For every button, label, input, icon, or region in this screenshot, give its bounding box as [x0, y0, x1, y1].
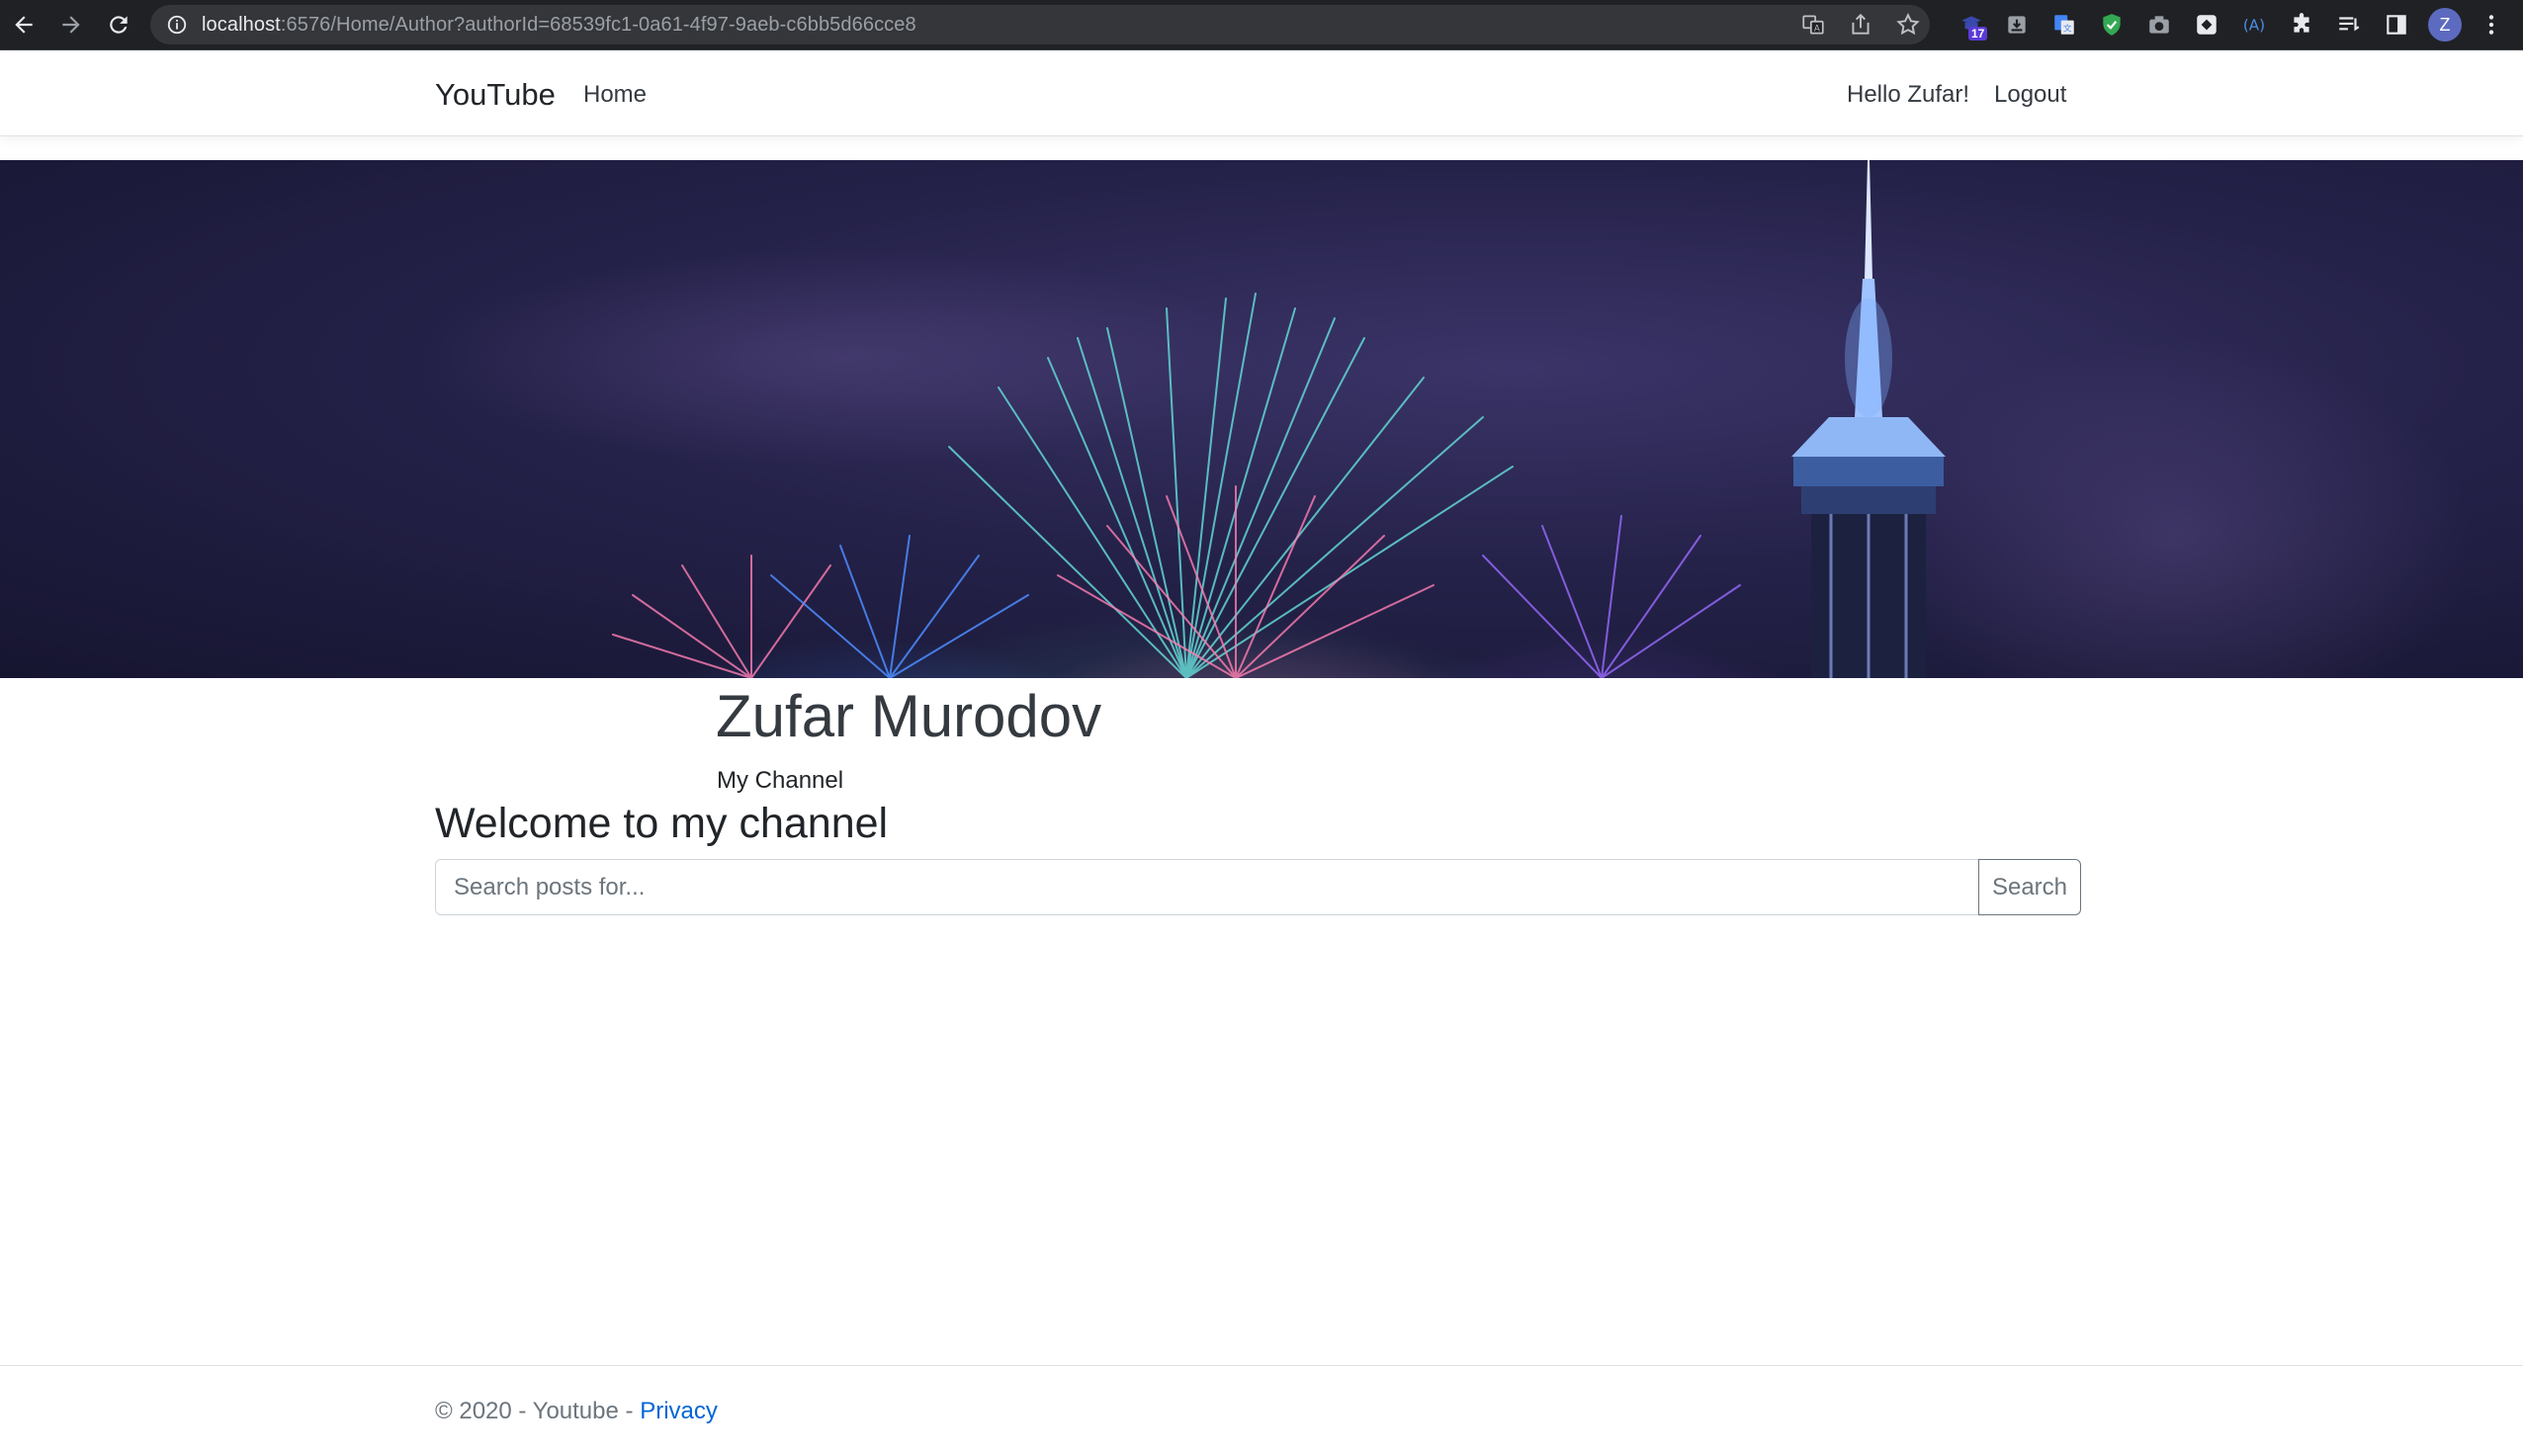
forward-icon[interactable] — [55, 9, 87, 41]
puzzle-icon[interactable] — [2288, 11, 2315, 39]
welcome-heading: Welcome to my channel — [435, 800, 889, 847]
brand-link[interactable]: YouTube — [435, 77, 556, 113]
svg-text:A: A — [1814, 25, 1820, 35]
nav-home-link[interactable]: Home — [583, 80, 647, 110]
search-button[interactable]: Search — [1978, 859, 2081, 915]
share-icon[interactable] — [1847, 11, 1874, 39]
svg-text:文: 文 — [2063, 23, 2072, 35]
ext-square-icon[interactable] — [2193, 11, 2220, 39]
shield-icon[interactable] — [2098, 11, 2126, 39]
channel-banner-image — [0, 160, 2523, 678]
reading-list-icon[interactable] — [2335, 11, 2363, 39]
ext-a-icon[interactable]: (A) — [2240, 11, 2268, 39]
tower-silhouette — [1791, 160, 1946, 678]
info-icon[interactable] — [166, 14, 188, 36]
menu-kebab-icon[interactable] — [2478, 11, 2505, 39]
user-greeting-link[interactable]: Hello Zufar! — [1847, 80, 1969, 110]
svg-text:(A): (A) — [2243, 16, 2265, 34]
bookmark-star-icon[interactable] — [1894, 11, 1922, 39]
address-bar[interactable]: localhost:6576/Home/Author?authorId=6853… — [150, 5, 1930, 44]
site-navbar: YouTube Home Hello Zufar! Logout — [0, 50, 2523, 136]
copyright-text: © 2020 - Youtube - — [435, 1398, 641, 1424]
side-panel-icon[interactable] — [2383, 11, 2410, 39]
page-footer: © 2020 - Youtube - Privacy — [0, 1365, 2523, 1456]
extension-badge: 17 — [1968, 27, 1988, 41]
channel-subtitle: My Channel — [717, 767, 844, 794]
privacy-link[interactable]: Privacy — [640, 1398, 718, 1424]
url-text[interactable]: localhost:6576/Home/Author?authorId=6853… — [202, 14, 916, 36]
camera-icon[interactable] — [2145, 11, 2173, 39]
search-input[interactable] — [435, 859, 1979, 915]
search-bar: Search — [435, 859, 2082, 915]
reload-icon[interactable] — [103, 9, 134, 41]
browser-toolbar: localhost:6576/Home/Author?authorId=6853… — [0, 0, 2523, 50]
logout-link[interactable]: Logout — [1994, 80, 2066, 110]
back-icon[interactable] — [8, 9, 40, 41]
google-translate-icon[interactable]: 文 — [2050, 11, 2078, 39]
footer-text: © 2020 - Youtube - Privacy — [435, 1396, 718, 1427]
channel-title: Zufar Murodov — [716, 683, 1102, 749]
translate-icon[interactable]: A — [1799, 11, 1827, 39]
profile-avatar[interactable]: Z — [2428, 8, 2462, 42]
download-icon[interactable] — [2003, 11, 2031, 39]
